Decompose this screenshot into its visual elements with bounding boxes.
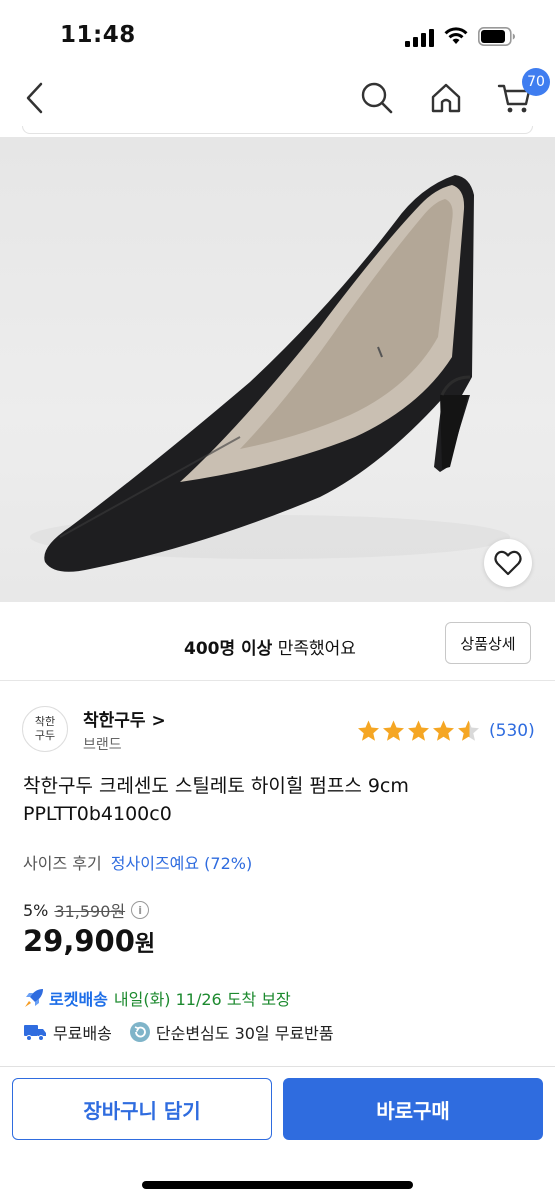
rocket-icon — [25, 989, 43, 1007]
nav-bar — [0, 70, 555, 134]
satisfaction-label: 만족했어요 — [272, 639, 356, 659]
discount-rate: 5% — [23, 900, 49, 920]
rocket-delivery-row: 로켓배송 내일(화) 11/26 도착 보장 — [23, 986, 291, 1010]
product-title: 착한구두 크레센도 스틸레토 하이힐 펌프스 9cm PPLTT0b4100c0 — [23, 772, 533, 828]
shipping-row: 무료배송 단순변심도 30일 무료반품 — [23, 1020, 334, 1044]
truck-icon — [24, 1025, 46, 1041]
signal-icon — [405, 29, 435, 47]
satisfaction-count: 400명 이상 — [184, 639, 273, 659]
sale-price-unit: 원 — [134, 932, 156, 957]
home-indicator — [142, 1181, 413, 1189]
discount-row: 5% 31,590원 i — [23, 898, 150, 922]
size-review[interactable]: 사이즈 후기 정사이즈예요 (72%) — [23, 850, 252, 874]
rating[interactable]: (530) — [356, 718, 535, 744]
satisfaction-row: 400명 이상 만족했어요 상품상세 — [0, 610, 555, 676]
product-title-line2: PPLTT0b4100c0 — [23, 803, 172, 825]
product-title-line1: 착한구두 크레센도 스틸레토 하이힐 펌프스 9cm — [23, 775, 409, 797]
review-count[interactable]: (530) — [489, 721, 535, 741]
brand-name-link[interactable]: 착한구두 > — [83, 706, 166, 731]
star-icon — [433, 720, 454, 741]
rocket-label: 로켓배송 — [49, 990, 108, 1009]
size-review-label: 사이즈 후기 — [23, 854, 102, 873]
sale-price-value: 29,900 — [23, 924, 135, 958]
battery-icon — [478, 27, 515, 46]
brand-sub-label: 브랜드 — [83, 737, 122, 753]
home-button[interactable] — [421, 70, 471, 126]
star-icon — [383, 720, 404, 741]
add-to-cart-button[interactable]: 장바구니 담기 — [12, 1078, 272, 1140]
product-detail-button[interactable]: 상품상세 — [445, 622, 531, 664]
product-image[interactable] — [0, 137, 555, 602]
back-icon — [26, 82, 43, 114]
search-button[interactable] — [352, 70, 402, 126]
back-button[interactable] — [10, 70, 60, 126]
size-review-value: 정사이즈예요 (72%) — [110, 854, 253, 873]
star-icon — [358, 720, 379, 741]
search-icon — [361, 82, 393, 114]
rocket-arrival-text: 내일(화) 11/26 도착 보장 — [113, 990, 291, 1009]
nav-divider — [22, 126, 533, 134]
shoe-illustration — [30, 175, 510, 572]
status-bar: 11:48 — [0, 0, 555, 70]
home-icon — [431, 83, 461, 113]
half-star-icon — [458, 720, 479, 741]
free-shipping-text: 무료배송 — [53, 1024, 112, 1043]
wishlist-button[interactable] — [484, 539, 532, 587]
buy-now-button[interactable]: 바로구매 — [283, 1078, 543, 1140]
info-icon[interactable]: i — [131, 901, 150, 919]
free-return-text: 단순변심도 30일 무료반품 — [155, 1024, 334, 1043]
brand-logo-line1: 착한 — [34, 715, 56, 728]
heart-icon — [494, 550, 522, 576]
status-time: 11:48 — [60, 22, 136, 48]
brand-logo-line2: 구두 — [34, 729, 56, 742]
bottom-action-bar: 장바구니 담기 바로구매 — [0, 1066, 555, 1200]
sale-price: 29,900원 — [23, 924, 155, 958]
cart-badge: 70 — [522, 68, 550, 96]
brand-logo[interactable]: 착한 구두 — [22, 706, 68, 752]
rating-stars — [356, 719, 481, 743]
satisfaction-text: 400명 이상 만족했어요 — [184, 634, 356, 659]
wifi-icon — [444, 27, 468, 44]
return-icon — [129, 1022, 150, 1042]
original-price: 31,590원 — [54, 902, 126, 921]
section-divider — [0, 680, 555, 681]
star-icon — [408, 720, 429, 741]
